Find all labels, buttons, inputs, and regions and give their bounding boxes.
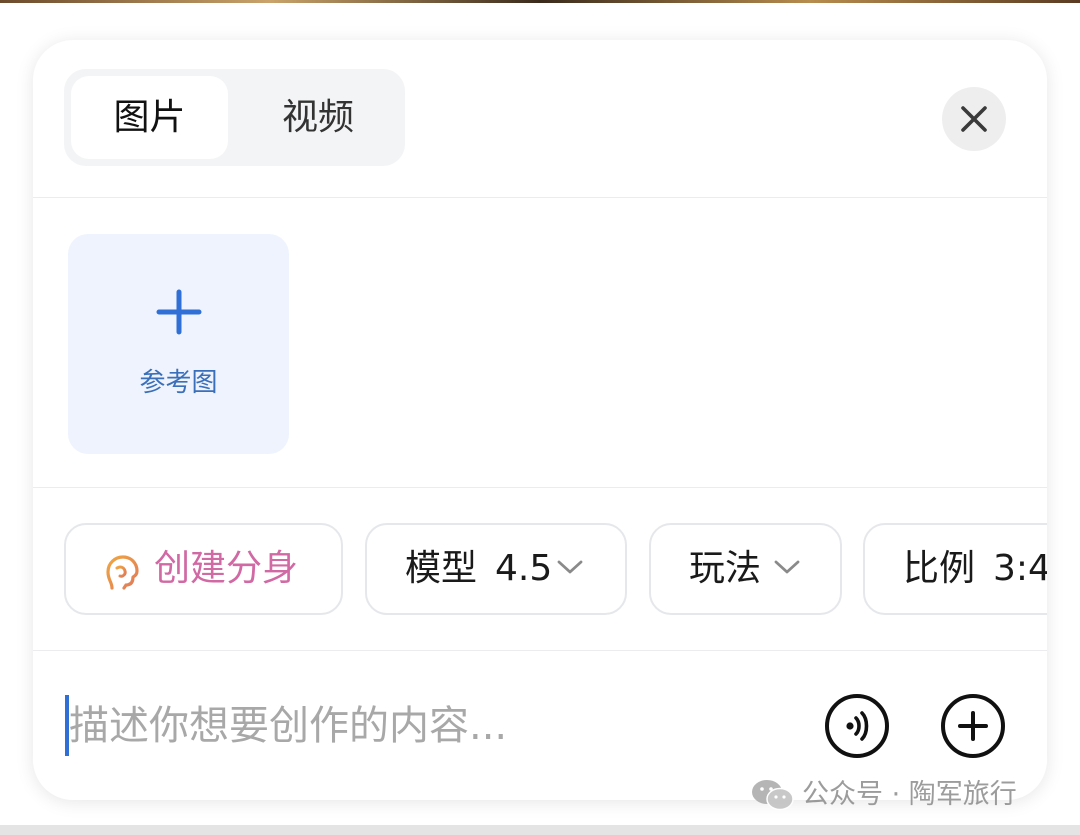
voice-input-icon[interactable] (823, 692, 891, 760)
plus-icon (156, 289, 202, 335)
tab-videos[interactable]: 视频 (236, 76, 400, 159)
add-reference-image-button[interactable]: 参考图 (68, 234, 289, 454)
play-mode-label: 玩法 (689, 548, 762, 589)
aspect-ratio-value: 3:4 (993, 548, 1047, 589)
add-circle-icon[interactable] (939, 692, 1007, 760)
close-icon (961, 106, 987, 132)
create-avatar-button[interactable]: 创建分身 (64, 523, 343, 615)
avatar-head-icon (106, 555, 139, 590)
close-button[interactable] (942, 87, 1006, 151)
tab-images[interactable]: 图片 (71, 76, 228, 159)
bottom-sheet: 图片 视频 参考图 创建分身 模型 4.5 玩法 比例 3:4 描述你想要创作的… (0, 3, 1080, 825)
create-avatar-label: 创建分身 (154, 548, 299, 589)
model-selector[interactable]: 模型 4.5 (365, 523, 627, 615)
model-label: 模型 (405, 548, 478, 589)
reference-image-label: 参考图 (139, 368, 218, 398)
watermark-text: 公众号 · 陶军旅行 (802, 779, 1017, 810)
divider (33, 650, 1047, 651)
model-value: 4.5 (495, 548, 553, 589)
play-mode-selector[interactable]: 玩法 (649, 523, 842, 615)
chevron-down-icon (557, 560, 583, 574)
media-type-tabs: 图片 视频 (64, 69, 405, 166)
wechat-icon (752, 780, 794, 811)
background-bottom-edge (0, 825, 1080, 835)
aspect-ratio-selector[interactable]: 比例 3:4 (863, 523, 1047, 615)
aspect-ratio-label: 比例 (903, 548, 976, 589)
divider (33, 487, 1047, 488)
divider (33, 197, 1047, 198)
prompt-input[interactable] (69, 692, 749, 760)
chevron-down-icon (774, 560, 800, 574)
create-panel: 图片 视频 参考图 创建分身 模型 4.5 玩法 比例 3:4 描述你想要创作的… (33, 40, 1047, 800)
